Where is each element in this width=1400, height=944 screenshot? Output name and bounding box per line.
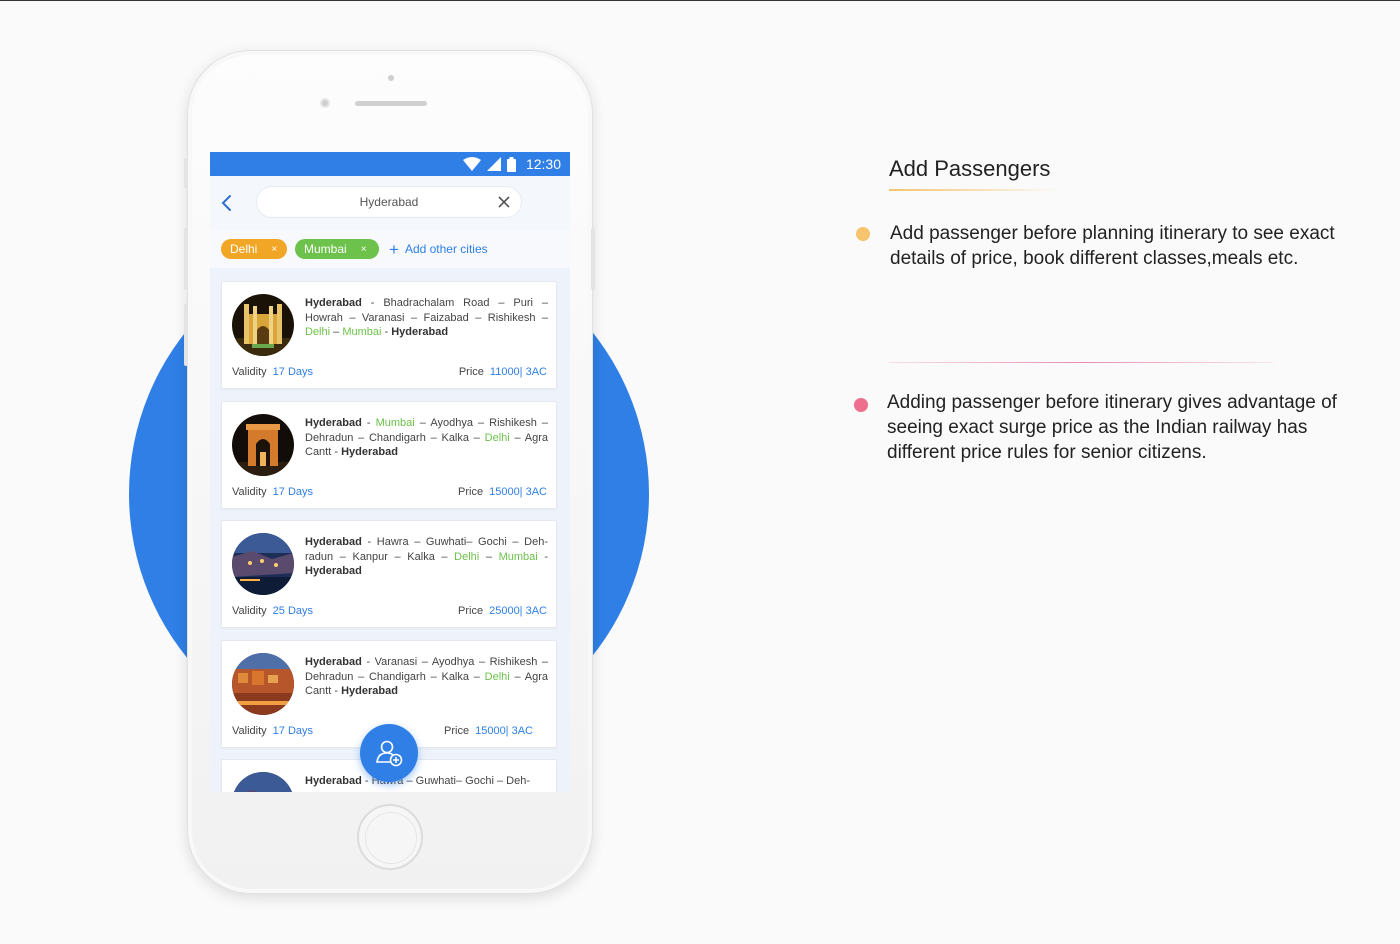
signal-icon xyxy=(486,157,501,171)
price-info: Price 11000| 3AC xyxy=(459,366,547,378)
title-underline xyxy=(889,189,1059,191)
route-selected-city: Delhi xyxy=(305,326,331,338)
battery-icon xyxy=(506,156,516,172)
chip-label: Delhi xyxy=(230,242,258,256)
price-value: 25000| 3AC xyxy=(489,605,547,617)
itinerary-card[interactable]: Hyderabad - Bhadrachalam Road – Puri – H… xyxy=(221,281,557,389)
price-info: Price 25000| 3AC xyxy=(458,605,547,617)
india-gate-thumbnail xyxy=(232,414,294,476)
itinerary-card[interactable]: Hyderabad - Hawra – Guwhati– Gochi – Deh… xyxy=(221,520,557,628)
route-segment: - xyxy=(537,550,548,563)
validity-value: 17 Days xyxy=(272,725,314,737)
phone-volume-down xyxy=(184,304,188,366)
price-info: Price 15000| 3AC xyxy=(458,486,547,498)
varanasi-ghats-thumbnail xyxy=(232,653,294,715)
route-selected-city: Mumbai xyxy=(498,550,538,563)
back-arrow-icon[interactable] xyxy=(218,193,236,213)
bullet-dot xyxy=(856,227,870,241)
feature-title: Add Passengers xyxy=(889,156,1051,181)
route-endpoint: Hyderabad xyxy=(305,775,362,787)
ghats-night-thumbnail xyxy=(232,533,294,595)
plus-icon: + xyxy=(389,239,399,259)
validity-label: Validity xyxy=(232,605,267,617)
section-divider xyxy=(889,362,1273,363)
chip-remove-icon[interactable]: × xyxy=(271,244,277,255)
add-other-cities-button[interactable]: + Add other cities xyxy=(389,241,488,258)
top-rule xyxy=(0,0,1400,1)
route-segment: - xyxy=(361,417,376,429)
validity-label: Validity xyxy=(232,486,267,498)
add-passenger-icon xyxy=(376,740,403,767)
itinerary-card[interactable]: Hyderabad - Mumbai – Ayodhya – Rishikesh… xyxy=(221,401,557,509)
bullet-dot xyxy=(854,398,868,412)
route-endpoint: Hyderabad xyxy=(305,565,362,577)
add-cities-label: Add other cities xyxy=(404,242,488,256)
route-endpoint: Hyderabad xyxy=(341,685,398,697)
route-endpoint: Hyderabad xyxy=(341,446,398,458)
route-text: Hyderabad - Varanasi – Ayodhya – Rishike… xyxy=(305,655,548,699)
price-label: Price xyxy=(458,486,484,498)
ghats-night-thumbnail xyxy=(232,772,294,792)
route-segment: - xyxy=(381,326,392,338)
phone-sensor xyxy=(388,75,394,81)
route-selected-city: Mumbai xyxy=(375,417,415,429)
price-label: Price xyxy=(458,366,484,378)
phone-camera xyxy=(320,98,330,108)
feature-point: Adding passenger before itinerary gives … xyxy=(887,392,1337,463)
route-selected-city: Mumbai xyxy=(342,326,382,338)
add-passenger-button[interactable] xyxy=(360,724,418,782)
phone-speaker xyxy=(355,101,427,106)
route-text: Hyderabad - Hawra – Guwhati– Gochi – Deh… xyxy=(305,774,548,789)
validity-info: Validity 17 Days xyxy=(232,366,313,378)
status-time: 12:30 xyxy=(525,156,561,172)
chip-label: Mumbai xyxy=(304,242,347,256)
search-value: Hyderabad xyxy=(359,195,419,209)
validity-value: 25 Days xyxy=(272,605,314,617)
validity-info: Validity 25 Days xyxy=(232,605,313,617)
wifi-icon xyxy=(462,157,481,171)
price-info: Price 15000| 3AC xyxy=(444,725,533,737)
price-label: Price xyxy=(444,725,470,737)
route-endpoint: Hyderabad xyxy=(391,326,449,338)
validity-value: 17 Days xyxy=(272,486,314,498)
app-screen: 12:30 Hyderabad Delhi × Mumbai × + Add o… xyxy=(210,152,570,792)
status-bar: 12:30 xyxy=(210,152,570,176)
search-header: Hyderabad xyxy=(210,176,570,230)
route-endpoint: Hyderabad xyxy=(305,536,362,548)
validity-info: Validity 17 Days xyxy=(232,486,313,498)
price-label: Price xyxy=(458,605,484,617)
price-value: 15000| 3AC xyxy=(475,725,533,737)
route-endpoint: Hyderabad xyxy=(305,297,362,309)
route-segment: – xyxy=(479,550,499,563)
phone-volume-up xyxy=(184,228,188,290)
search-input[interactable]: Hyderabad xyxy=(256,186,522,218)
route-endpoint: Hyderabad xyxy=(305,417,362,429)
validity-info: Validity 17 Days xyxy=(232,725,313,737)
chip-mumbai[interactable]: Mumbai × xyxy=(295,239,379,259)
phone-power-button xyxy=(591,228,595,290)
route-segment: – xyxy=(330,326,343,338)
phone-side-button xyxy=(184,158,188,188)
chip-remove-icon[interactable]: × xyxy=(361,244,367,255)
phone-home-button[interactable] xyxy=(357,804,423,870)
route-endpoint: Hyderabad xyxy=(305,656,362,668)
clear-search-icon[interactable] xyxy=(497,195,511,209)
feature-point: Add passenger before planning itinerary … xyxy=(890,223,1335,269)
city-filter-row: Delhi × Mumbai × + Add other cities xyxy=(210,230,570,268)
route-selected-city: Delhi xyxy=(484,670,510,683)
route-selected-city: Delhi xyxy=(454,550,480,563)
validity-label: Validity xyxy=(232,725,267,737)
validity-value: 17 Days xyxy=(272,366,314,378)
validity-label: Validity xyxy=(232,366,267,378)
route-text: Hyderabad - Bhadrachalam Road – Puri – H… xyxy=(305,296,548,340)
route-text: Hyderabad - Mumbai – Ayodhya – Rishikesh… xyxy=(305,416,548,460)
route-selected-city: Delhi xyxy=(484,431,510,444)
price-value: 15000| 3AC xyxy=(489,486,547,498)
chip-delhi[interactable]: Delhi × xyxy=(221,239,287,259)
price-value: 11000| 3AC xyxy=(489,366,547,378)
charminar-thumbnail xyxy=(232,294,294,356)
route-text: Hyderabad - Hawra – Guwhati– Gochi – Deh… xyxy=(305,535,548,579)
